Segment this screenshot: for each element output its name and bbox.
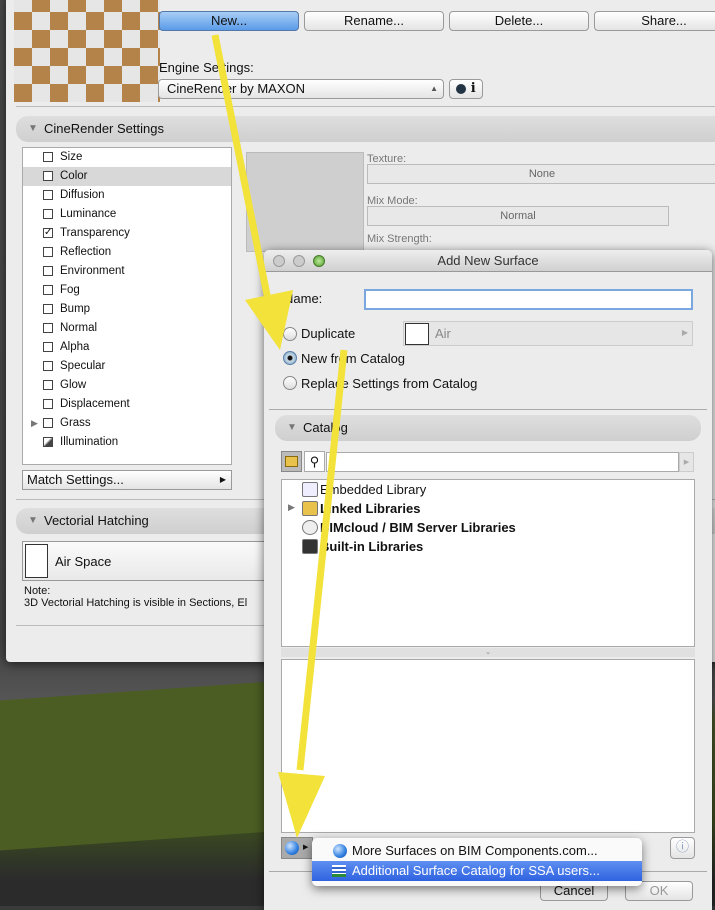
arrow-2-head [278,772,325,838]
arrow-1-shaft [211,34,272,301]
arrow-2-shaft [296,349,348,771]
arrow-1-head [245,290,293,350]
annotation-arrows [211,34,348,838]
